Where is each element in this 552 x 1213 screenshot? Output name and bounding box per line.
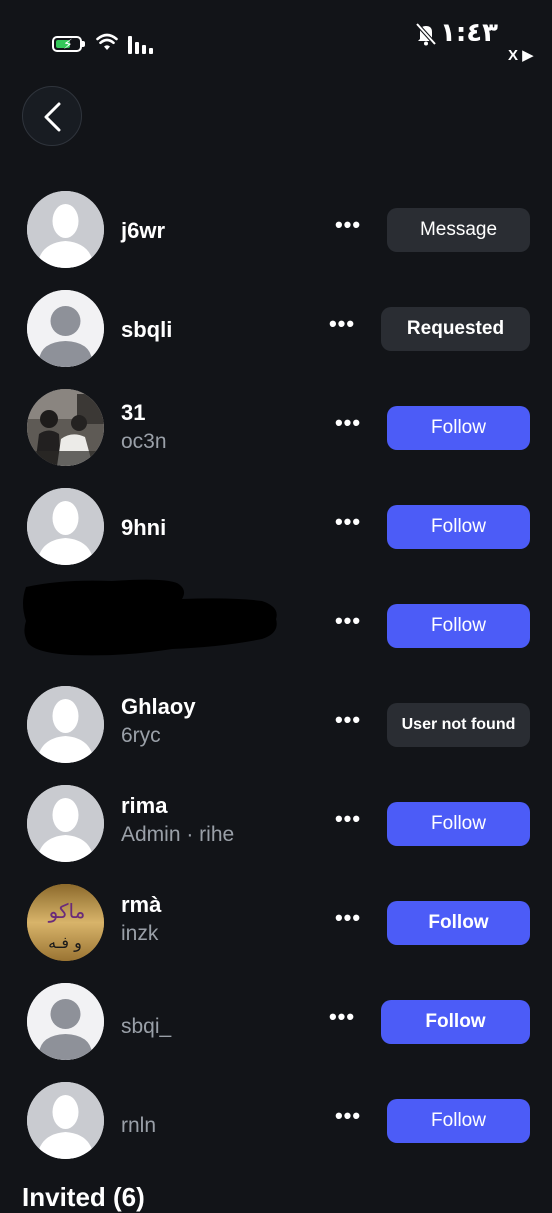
list-item[interactable]: rima Admin · rihe ••• Follow — [0, 775, 552, 874]
follow-button[interactable]: Follow — [387, 505, 530, 549]
battery-tip — [82, 41, 85, 47]
user-handle: oc3n — [121, 430, 167, 453]
avatar-text-bottom: و فـه — [48, 933, 82, 953]
follow-button[interactable]: Follow — [387, 406, 530, 450]
avatar[interactable] — [27, 191, 104, 268]
follow-button[interactable]: Follow — [387, 901, 530, 945]
more-options-icon[interactable]: ••• — [334, 412, 362, 437]
username[interactable]: 9hni — [121, 515, 166, 541]
user-handle[interactable]: sbqi_ — [121, 1015, 171, 1039]
user-handle: 6ryc — [121, 724, 161, 747]
list-item[interactable]: sbqi_ ••• Follow — [0, 973, 552, 1072]
default-avatar-silhouette — [27, 488, 104, 565]
avatar[interactable] — [27, 389, 104, 466]
requested-button[interactable]: Requested — [381, 307, 530, 351]
more-options-icon[interactable]: ••• — [328, 1006, 356, 1031]
section-heading-partial: Invited (6) — [22, 1182, 145, 1212]
user-handle: Admin · rihe — [121, 823, 235, 846]
list-item[interactable]: sbqli ••• Requested — [0, 280, 552, 379]
follow-button[interactable]: Follow — [387, 802, 530, 846]
user-not-found-button[interactable]: User not found — [387, 703, 530, 747]
username[interactable]: Ghlaoy — [121, 694, 196, 720]
avatar[interactable] — [27, 983, 104, 1060]
x-indicator[interactable]: X ▶ — [508, 46, 534, 64]
wifi-icon — [96, 33, 118, 50]
cellular-signal-icon — [128, 36, 153, 54]
list-item[interactable]: 9hni ••• Follow — [0, 478, 552, 577]
avatar[interactable] — [27, 785, 104, 862]
follow-button[interactable]: Follow — [387, 604, 530, 648]
username[interactable]: 31 — [121, 400, 145, 426]
message-button[interactable]: Message — [387, 208, 530, 252]
status-bar: ⚡ ١:٤٣ X ▶ — [0, 0, 552, 80]
avatar[interactable] — [27, 686, 104, 763]
user-handle: inzk — [121, 922, 159, 945]
more-options-icon[interactable]: ••• — [334, 610, 362, 635]
avatar[interactable] — [27, 290, 104, 367]
user-list: j6wr ••• Message sbqli ••• Requested 31 … — [0, 181, 552, 1171]
more-options-icon[interactable]: ••• — [334, 511, 362, 536]
avatar-text-top: ماكو — [48, 899, 86, 923]
avatar[interactable]: ماكو و فـه — [27, 884, 104, 961]
default-avatar-silhouette — [27, 686, 104, 763]
more-options-icon[interactable]: ••• — [334, 709, 362, 734]
battery-charging-icon: ⚡ — [52, 36, 82, 52]
follow-button[interactable]: Follow — [387, 1099, 530, 1143]
user-handle[interactable]: rnln — [121, 1114, 156, 1138]
redacted-content — [23, 579, 277, 656]
chevron-left-icon — [44, 102, 61, 132]
photo-avatar: ماكو و فـه — [27, 884, 104, 961]
list-item[interactable]: j6wr ••• Message — [0, 181, 552, 280]
username[interactable]: rima — [121, 793, 167, 819]
list-item[interactable]: ماكو و فـه rmà inzk ••• Follow — [0, 874, 552, 973]
list-item[interactable]: ••• Follow — [0, 577, 552, 676]
default-avatar-silhouette — [27, 1082, 104, 1159]
more-options-icon[interactable]: ••• — [334, 214, 362, 239]
avatar[interactable] — [27, 488, 104, 565]
username[interactable]: rmà — [121, 892, 161, 918]
photo-avatar — [27, 389, 104, 466]
list-item[interactable]: rnln ••• Follow — [0, 1072, 552, 1171]
default-avatar-placeholder — [27, 290, 104, 367]
list-item[interactable]: Ghlaoy 6ryc ••• User not found — [0, 676, 552, 775]
default-avatar-silhouette — [27, 785, 104, 862]
bell-mute-icon — [415, 22, 437, 46]
more-options-icon[interactable]: ••• — [334, 1105, 362, 1130]
avatar[interactable] — [27, 1082, 104, 1159]
more-options-icon[interactable]: ••• — [334, 907, 362, 932]
default-avatar-placeholder — [27, 983, 104, 1060]
username[interactable]: sbqli — [121, 317, 172, 343]
more-options-icon[interactable]: ••• — [328, 313, 356, 338]
follow-button[interactable]: Follow — [381, 1000, 530, 1044]
username[interactable]: j6wr — [121, 218, 165, 244]
list-item[interactable]: 31 oc3n ••• Follow — [0, 379, 552, 478]
default-avatar-silhouette — [27, 191, 104, 268]
back-button[interactable] — [22, 86, 82, 146]
clock: ١:٤٣ — [440, 18, 499, 48]
more-options-icon[interactable]: ••• — [334, 808, 362, 833]
